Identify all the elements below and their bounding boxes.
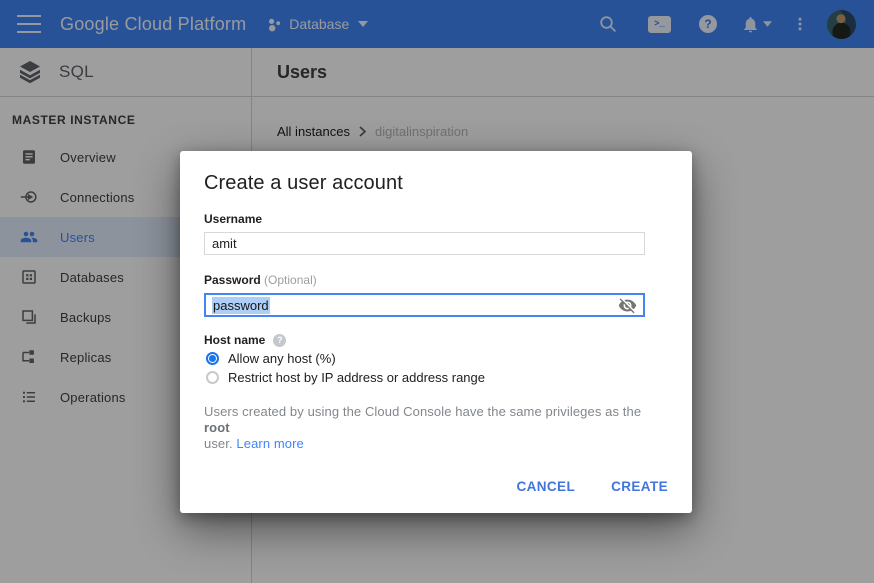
username-field-block: Username [204,212,668,255]
username-input[interactable] [204,232,645,255]
root-word: root [204,420,230,435]
password-selected-text: password [212,297,270,314]
dialog-title: Create a user account [204,172,668,195]
radio-selected-icon [206,352,219,365]
create-button[interactable]: CREATE [599,469,680,504]
radio-restrict-host[interactable]: Restrict host by IP address or address r… [204,370,668,385]
hostname-section: Host name ? Allow any host (%) Restrict … [204,333,668,385]
hostname-label: Host name [204,333,265,347]
help-icon[interactable]: ? [273,334,286,347]
password-input[interactable]: password [204,293,645,317]
cancel-button[interactable]: CANCEL [504,469,587,504]
gcp-console-screen: Google Cloud Platform Database >_ [0,0,874,583]
learn-more-link[interactable]: Learn more [236,436,303,451]
password-field-block: Password (Optional) password [204,273,668,317]
optional-hint: (Optional) [264,273,317,287]
dialog-actions: CANCEL CREATE [504,469,680,504]
password-label: Password (Optional) [204,273,668,287]
radio-allow-any-host[interactable]: Allow any host (%) [204,351,668,366]
create-user-dialog: Create a user account Username Password … [180,151,692,513]
radio-unselected-icon [206,371,219,384]
username-label: Username [204,212,668,226]
privileges-note: Users created by using the Cloud Console… [204,404,668,452]
visibility-off-icon[interactable] [618,296,638,314]
